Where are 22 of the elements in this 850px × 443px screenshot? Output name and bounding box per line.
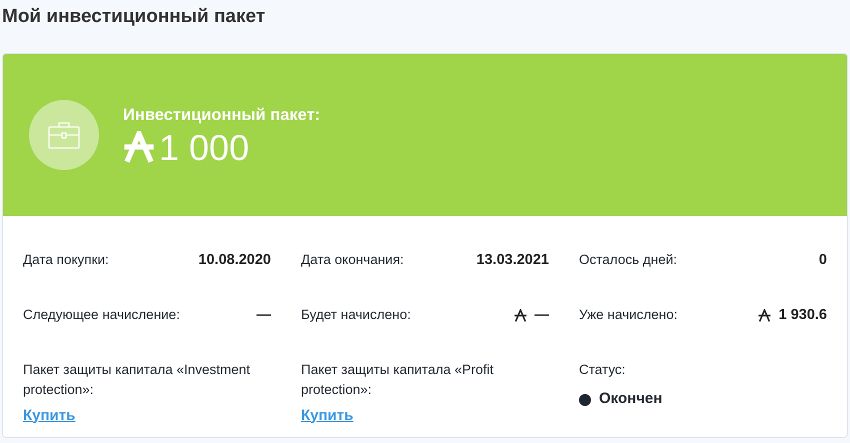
status-text: Окончен bbox=[599, 389, 662, 410]
detail-value: — bbox=[256, 306, 271, 325]
detail-label: Дата окончания: bbox=[301, 251, 404, 269]
buy-link[interactable]: Купить bbox=[301, 404, 354, 427]
detail-label: Пакет защиты капитала «Investment protection»: bbox=[23, 361, 252, 400]
package-amount: 1 000 bbox=[159, 128, 250, 168]
package-label: Инвестиционный пакет: bbox=[123, 104, 320, 126]
detail-value: 1 930.6 bbox=[778, 306, 827, 325]
briefcase-icon bbox=[48, 121, 80, 149]
detail-label: Будет начислено: bbox=[301, 306, 411, 324]
detail-label: Дата покупки: bbox=[23, 251, 109, 269]
detail-label: Уже начислено: bbox=[579, 306, 678, 324]
detail-label: Следующее начисление: bbox=[23, 306, 180, 324]
detail-value: — bbox=[534, 306, 549, 325]
page-title: Мой инвестиционный пакет bbox=[2, 5, 266, 29]
detail-label: Осталось дней: bbox=[579, 251, 677, 269]
detail-value: 10.08.2020 bbox=[198, 251, 271, 270]
detail-value: 0 bbox=[818, 251, 827, 270]
detail-label: Пакет защиты капитала «Profit protection»: bbox=[301, 361, 495, 400]
detail-label: Статус: bbox=[579, 361, 626, 379]
buy-link[interactable]: Купить bbox=[23, 404, 76, 427]
detail-value: 13.03.2021 bbox=[476, 251, 549, 270]
